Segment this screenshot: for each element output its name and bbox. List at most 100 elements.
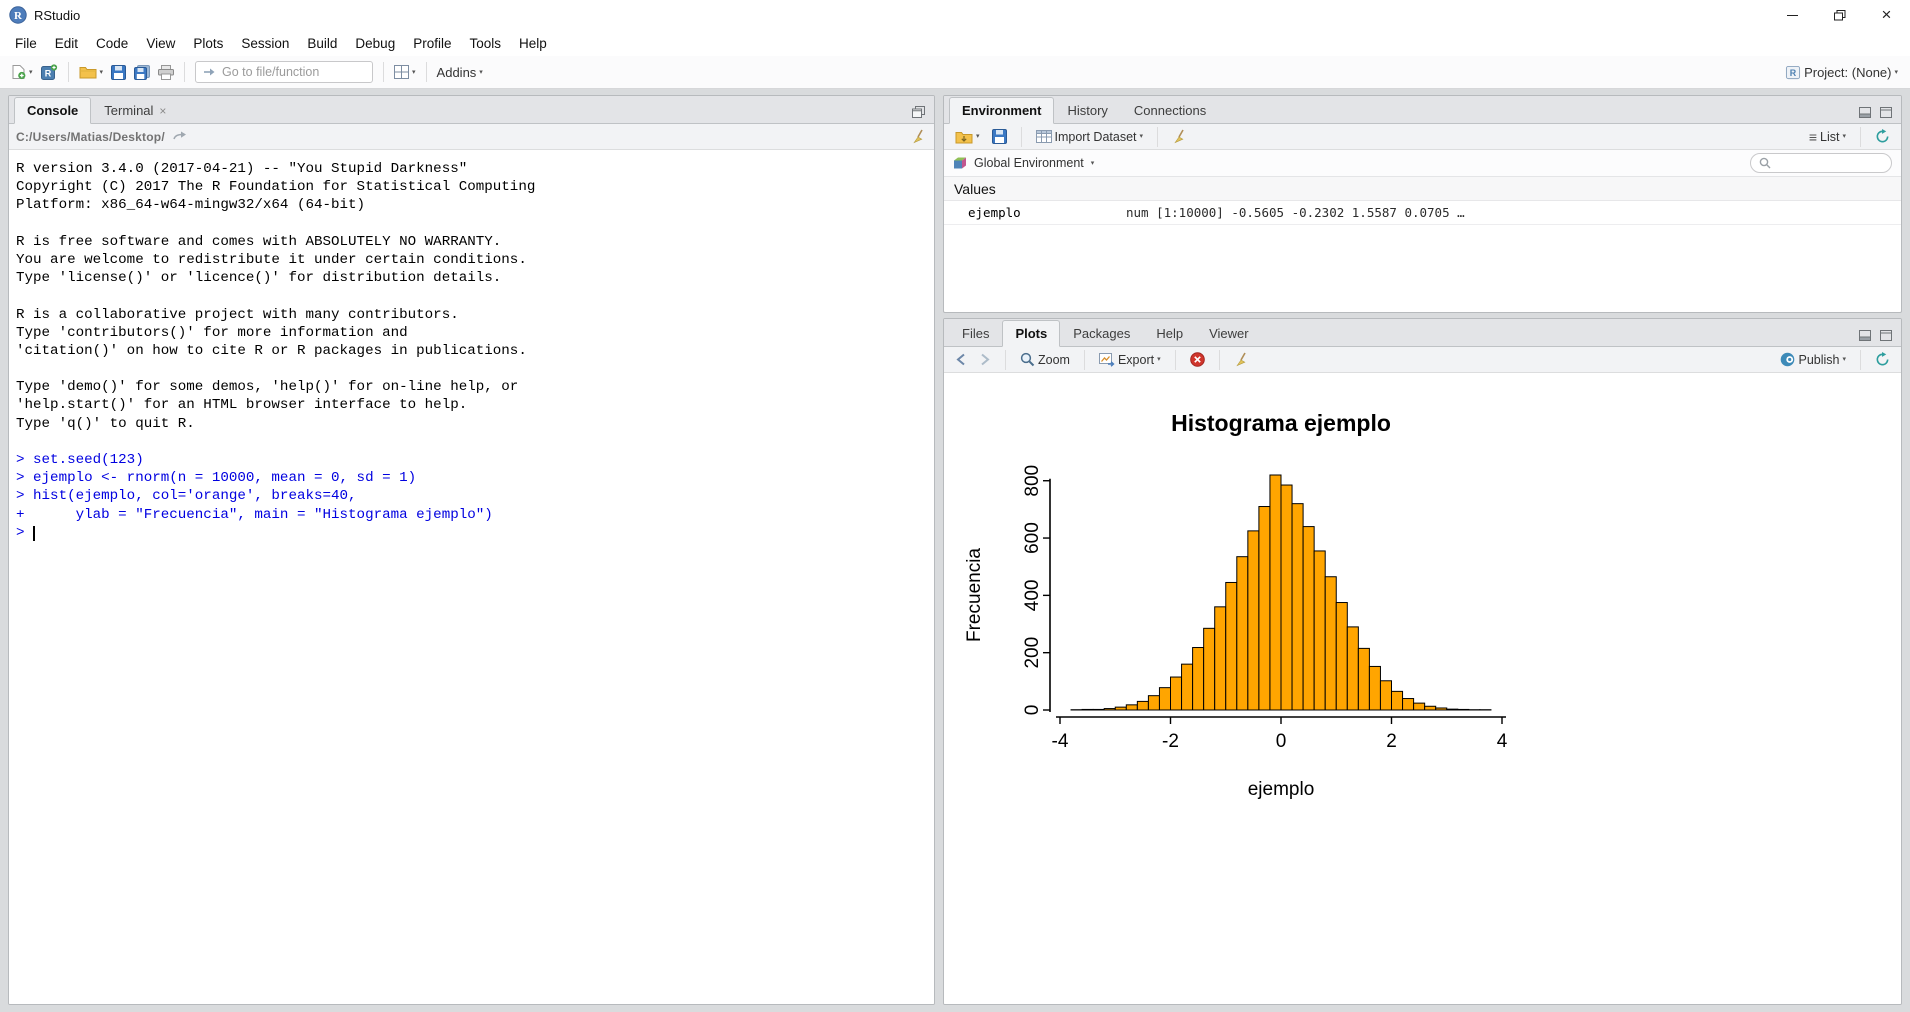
toolbar-separator xyxy=(1219,350,1220,370)
export-plot-button[interactable]: Export ▾ xyxy=(1095,351,1165,369)
menu-help[interactable]: Help xyxy=(510,33,556,54)
console-prompt-line[interactable]: > xyxy=(16,524,926,542)
x-tick-label: 2 xyxy=(1386,731,1397,752)
previous-plot-button[interactable] xyxy=(951,351,971,368)
console-line: R is a collaborative project with many c… xyxy=(16,306,926,324)
import-dataset-label: Import Dataset xyxy=(1055,130,1137,144)
next-plot-button[interactable] xyxy=(975,351,995,368)
histogram-bar xyxy=(1215,607,1226,710)
console-line: 'citation()' on how to cite R or R packa… xyxy=(16,342,926,360)
save-workspace-button[interactable] xyxy=(988,127,1011,146)
tab-connections[interactable]: Connections xyxy=(1121,97,1219,124)
broom-icon xyxy=(1172,129,1188,145)
console-output[interactable]: R version 3.4.0 (2017-04-21) -- "You Stu… xyxy=(9,150,934,1004)
environment-scope-row: Global Environment ▾ xyxy=(944,150,1901,177)
publish-icon xyxy=(1780,352,1795,367)
menu-code[interactable]: Code xyxy=(87,33,137,54)
open-folder-icon xyxy=(955,130,973,144)
maximize-button[interactable] xyxy=(1816,0,1863,30)
goto-file-input[interactable]: Go to file/function xyxy=(195,61,373,83)
new-file-icon xyxy=(12,64,26,80)
menu-debug[interactable]: Debug xyxy=(346,33,404,54)
window-title: RStudio xyxy=(34,8,80,23)
console-line: R version 3.4.0 (2017-04-21) -- "You Stu… xyxy=(16,160,926,178)
new-file-button[interactable]: ▾ xyxy=(8,61,37,83)
tab-files[interactable]: Files xyxy=(949,320,1002,347)
remove-plot-button[interactable] xyxy=(1186,350,1209,369)
histogram-bar xyxy=(1314,551,1325,710)
publish-plot-button[interactable]: Publish ▾ xyxy=(1776,350,1850,369)
load-workspace-button[interactable]: ▾ xyxy=(951,128,984,146)
goto-file-placeholder: Go to file/function xyxy=(222,65,319,79)
maximize-pane-icon[interactable] xyxy=(1880,107,1892,118)
histogram-bar xyxy=(1436,708,1447,710)
close-button[interactable]: × xyxy=(1863,0,1910,30)
menu-profile[interactable]: Profile xyxy=(404,33,460,54)
tab-history[interactable]: History xyxy=(1054,97,1120,124)
environment-scope-dropdown[interactable]: Global Environment xyxy=(974,156,1084,170)
refresh-plots-button[interactable] xyxy=(1871,350,1894,369)
open-file-button[interactable]: ▾ xyxy=(75,62,108,82)
histogram-bar xyxy=(1204,628,1215,710)
goto-directory-icon[interactable] xyxy=(173,131,188,142)
tab-packages[interactable]: Packages xyxy=(1060,320,1143,347)
close-terminal-icon[interactable]: × xyxy=(159,104,166,118)
histogram-bar xyxy=(1193,648,1204,710)
refresh-environment-button[interactable] xyxy=(1871,127,1894,146)
histogram-bar xyxy=(1248,531,1259,710)
chevron-down-icon[interactable]: ▾ xyxy=(1091,160,1095,167)
save-all-button[interactable] xyxy=(130,62,154,83)
import-dataset-button[interactable]: Import Dataset ▾ xyxy=(1032,128,1148,146)
menu-session[interactable]: Session xyxy=(232,33,298,54)
menu-plots[interactable]: Plots xyxy=(184,33,232,54)
tab-terminal[interactable]: Terminal × xyxy=(91,97,179,124)
tab-environment-label: Environment xyxy=(962,103,1041,118)
histogram-bar xyxy=(1171,677,1182,710)
menu-build[interactable]: Build xyxy=(298,33,346,54)
values-section-header[interactable]: Values xyxy=(944,177,1901,201)
menu-edit[interactable]: Edit xyxy=(46,33,87,54)
minimize-button[interactable] xyxy=(1769,0,1816,30)
histogram-bar xyxy=(1093,709,1104,710)
histogram-plot: Histograma ejemplo-4-2024ejemplo02004006… xyxy=(948,375,1618,825)
console-line: Type 'license()' or 'licence()' for dist… xyxy=(16,269,926,287)
minimize-pane-icon[interactable] xyxy=(1859,107,1871,118)
environment-search-input[interactable] xyxy=(1750,153,1892,173)
new-project-button[interactable]: R xyxy=(37,61,62,83)
list-view-button[interactable]: ≡ List ▾ xyxy=(1805,127,1850,147)
clear-console-icon[interactable] xyxy=(911,129,927,145)
addins-button[interactable]: Addins ▾ xyxy=(433,62,487,83)
toolbar-separator xyxy=(1005,350,1006,370)
histogram-bar xyxy=(1159,688,1170,710)
pane-layout-button[interactable]: ▾ xyxy=(390,62,420,82)
toolbar-separator xyxy=(1021,127,1022,147)
save-icon xyxy=(111,65,126,80)
clear-plots-button[interactable] xyxy=(1230,350,1254,370)
clear-environment-button[interactable] xyxy=(1168,127,1192,147)
minimize-pane-icon[interactable] xyxy=(1859,330,1871,341)
save-button[interactable] xyxy=(107,62,130,83)
project-menu-button[interactable]: R Project: (None) ▾ xyxy=(1781,62,1902,83)
tab-help[interactable]: Help xyxy=(1143,320,1196,347)
menu-tools[interactable]: Tools xyxy=(460,33,510,54)
tab-viewer[interactable]: Viewer xyxy=(1196,320,1262,347)
environment-entry-row[interactable]: ejemplo num [1:10000] -0.5605 -0.2302 1.… xyxy=(944,201,1901,225)
menu-file[interactable]: File xyxy=(6,33,46,54)
tab-plots[interactable]: Plots xyxy=(1002,320,1060,347)
plots-panel: Files Plots Packages Help Viewer xyxy=(943,318,1902,1005)
tab-history-label: History xyxy=(1067,103,1107,118)
tab-help-label: Help xyxy=(1156,326,1183,341)
histogram-bar xyxy=(1403,699,1414,710)
open-folder-icon xyxy=(79,65,97,79)
print-button[interactable] xyxy=(154,62,178,83)
maximize-pane-icon[interactable] xyxy=(912,106,925,118)
tab-environment[interactable]: Environment xyxy=(949,97,1054,124)
histogram-bar xyxy=(1281,485,1292,710)
tab-packages-label: Packages xyxy=(1073,326,1130,341)
zoom-plot-button[interactable]: Zoom xyxy=(1016,350,1074,369)
zoom-magnifier-icon xyxy=(1020,352,1035,367)
menu-view[interactable]: View xyxy=(137,33,184,54)
tab-console[interactable]: Console xyxy=(14,97,91,124)
maximize-pane-icon[interactable] xyxy=(1880,330,1892,341)
title-bar: R RStudio × xyxy=(0,0,1910,30)
